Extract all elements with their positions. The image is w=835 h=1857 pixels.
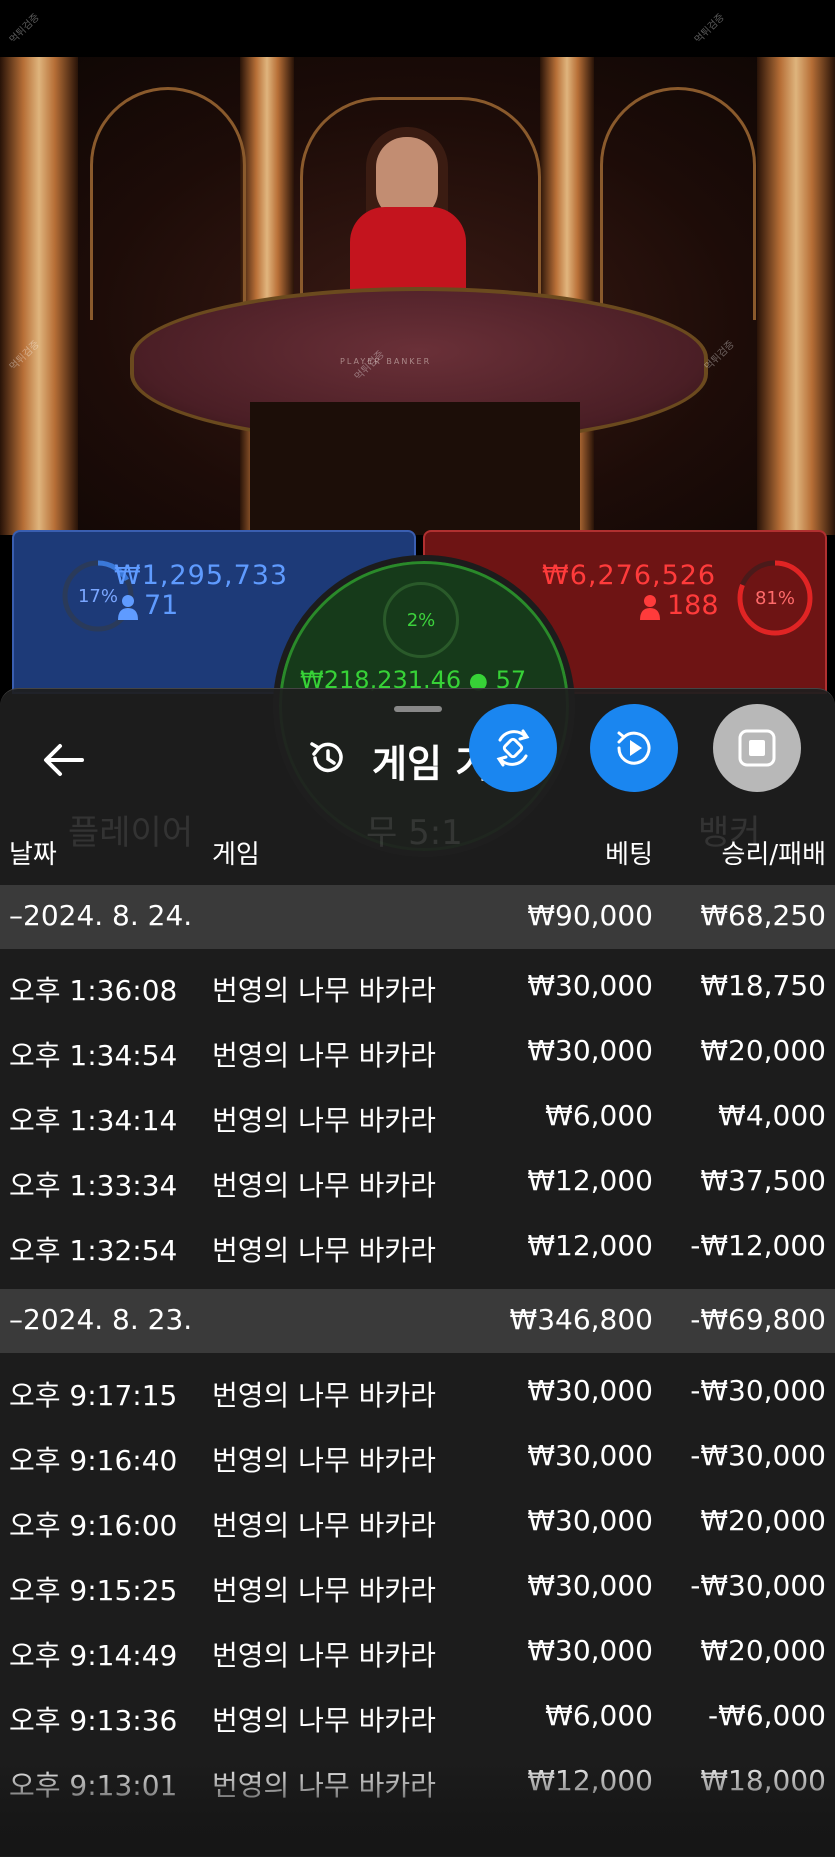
date-group-row[interactable]: –2024. 8. 23. ₩346,800 -₩69,800 [0,1289,835,1353]
row-bet: ₩30,000 [527,1374,653,1407]
row-bet: ₩6,000 [545,1099,653,1132]
sheet-drag-handle[interactable] [394,706,442,712]
header-bet: 베팅 [605,840,653,870]
arrow-left-icon[interactable] [42,742,84,778]
replay-button[interactable] [590,704,678,792]
row-bet: ₩12,000 [527,1764,653,1797]
row-time: 오후 9:13:36 [9,1704,178,1737]
row-result: -₩6,000 [708,1699,826,1732]
row-result: ₩18,000 [700,1764,826,1797]
banker-amount: ₩6,276,526 [542,560,717,591]
row-game: 번영의 나무 바카라 [212,1234,436,1267]
table-row[interactable]: 오후 1:36:08 번영의 나무 바카라 ₩30,000 ₩18,750 [0,955,835,1019]
group-total-result: ₩68,250 [700,899,826,932]
row-result: ₩20,000 [700,1504,826,1537]
table-base [250,402,580,535]
row-result: -₩30,000 [690,1439,826,1472]
row-result: -₩30,000 [690,1569,826,1602]
replay-icon [617,731,651,765]
row-result: ₩37,500 [700,1164,826,1197]
row-result: -₩30,000 [690,1374,826,1407]
table-row[interactable]: 오후 9:17:15 번영의 나무 바카라 ₩30,000 -₩30,000 [0,1360,835,1424]
player-bettors: 71 [144,590,179,621]
group-total-bet: ₩346,800 [509,1303,653,1336]
table-row[interactable]: 오후 1:34:14 번영의 나무 바카라 ₩6,000 ₩4,000 [0,1085,835,1149]
row-bet: ₩30,000 [527,1634,653,1667]
group-total-bet: ₩90,000 [527,899,653,932]
row-result: ₩18,750 [700,969,826,1002]
row-bet: ₩30,000 [527,1034,653,1067]
row-bet: ₩30,000 [527,1504,653,1537]
row-game: 번영의 나무 바카라 [212,1704,436,1737]
row-game: 번영의 나무 바카라 [212,1104,436,1137]
table-row[interactable]: 오후 9:13:01 번영의 나무 바카라 ₩12,000 ₩18,000 [0,1750,835,1814]
banker-percent: 81% [754,587,795,609]
date-group-row[interactable]: –2024. 8. 24. ₩90,000 ₩68,250 [0,885,835,949]
row-result: -₩12,000 [690,1229,826,1262]
header-game: 게임 [212,840,260,870]
banker-bettors: 188 [667,590,719,621]
table-row[interactable]: 오후 9:14:49 번영의 나무 바카라 ₩30,000 ₩20,000 [0,1620,835,1684]
user-icon [640,595,660,620]
row-game: 번영의 나무 바카라 [212,1379,436,1412]
arch-left [90,87,246,320]
player-amount: ₩1,295,733 [114,560,289,591]
pillar-right [757,57,835,535]
pillar-left [0,57,78,535]
history-icon [310,742,343,773]
arch-right [600,87,756,320]
header-result: 승리/패배 [721,840,826,870]
row-time: 오후 9:15:25 [9,1574,178,1607]
row-game: 번영의 나무 바카라 [212,1769,436,1802]
row-bet: ₩12,000 [527,1229,653,1262]
user-icon [118,595,138,620]
row-bet: ₩6,000 [545,1699,653,1732]
table-row[interactable]: 오후 1:34:54 번영의 나무 바카라 ₩30,000 ₩20,000 [0,1020,835,1084]
row-game: 번영의 나무 바카라 [212,1444,436,1477]
stop-icon [738,729,776,767]
rotate-button[interactable] [469,704,557,792]
stop-button[interactable] [713,704,801,792]
row-game: 번영의 나무 바카라 [212,1639,436,1672]
row-bet: ₩30,000 [527,969,653,1002]
table-row[interactable]: 오후 9:16:40 번영의 나무 바카라 ₩30,000 -₩30,000 [0,1425,835,1489]
group-date: –2024. 8. 24. [9,899,193,932]
table-felt-label: PLAYER BANKER [340,357,432,366]
row-result: ₩20,000 [700,1634,826,1667]
row-time: 오후 9:13:01 [9,1769,178,1802]
row-time: 오후 1:34:54 [9,1039,178,1072]
group-date: –2024. 8. 23. [9,1303,193,1336]
row-time: 오후 9:14:49 [9,1639,178,1672]
row-game: 번영의 나무 바카라 [212,1574,436,1607]
row-time: 오후 9:17:15 [9,1379,178,1412]
rotate-icon [496,729,530,767]
row-result: ₩20,000 [700,1034,826,1067]
row-time: 오후 1:34:14 [9,1104,178,1137]
live-video: PLAYER BANKER 먹튀검증 먹튀검증 먹튀검증 먹튀검증 [0,57,835,535]
row-bet: ₩12,000 [527,1164,653,1197]
row-game: 번영의 나무 바카라 [212,1039,436,1072]
row-time: 오후 1:33:34 [9,1169,178,1202]
row-game: 번영의 나무 바카라 [212,974,436,1007]
row-time: 오후 1:32:54 [9,1234,178,1267]
row-game: 번영의 나무 바카라 [212,1509,436,1542]
table-row[interactable]: 오후 9:16:00 번영의 나무 바카라 ₩30,000 ₩20,000 [0,1490,835,1554]
row-time: 오후 9:16:40 [9,1444,178,1477]
table-row[interactable]: 오후 9:13:36 번영의 나무 바카라 ₩6,000 -₩6,000 [0,1685,835,1749]
tie-percent: 2% [383,582,459,658]
row-result: ₩4,000 [718,1099,826,1132]
table-row[interactable]: 오후 9:15:25 번영의 나무 바카라 ₩30,000 -₩30,000 [0,1555,835,1619]
table-header: 날짜 게임 베팅 승리/패배 [0,820,835,884]
header-date: 날짜 [9,840,57,870]
row-bet: ₩30,000 [527,1569,653,1602]
group-total-result: -₩69,800 [690,1303,826,1336]
row-time: 오후 1:36:08 [9,974,178,1007]
row-bet: ₩30,000 [527,1439,653,1472]
table-row[interactable]: 오후 1:33:34 번영의 나무 바카라 ₩12,000 ₩37,500 [0,1150,835,1214]
row-game: 번영의 나무 바카라 [212,1169,436,1202]
row-time: 오후 9:16:00 [9,1509,178,1542]
table-row[interactable]: 오후 1:32:54 번영의 나무 바카라 ₩12,000 -₩12,000 [0,1215,835,1279]
